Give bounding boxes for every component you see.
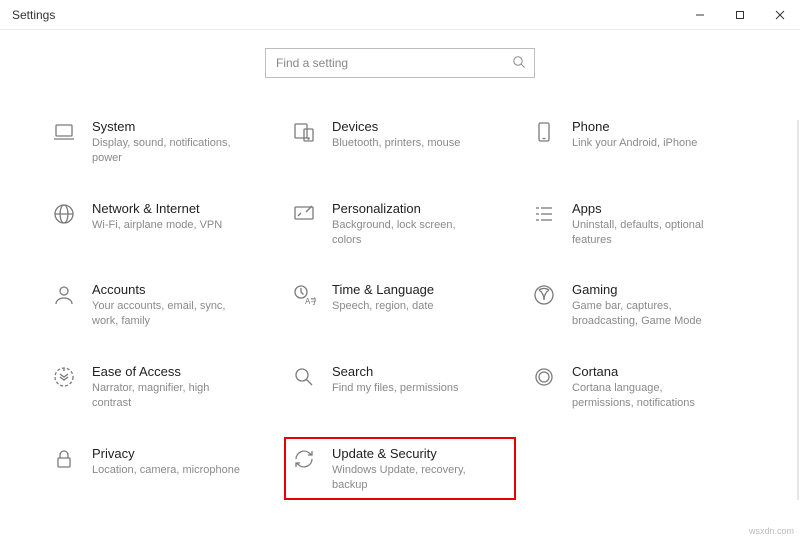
tile-desc: Wi-Fi, airplane mode, VPN xyxy=(92,218,247,233)
tile-personalization[interactable]: Personalization Background, lock screen,… xyxy=(290,200,510,248)
watermark: wsxdn.com xyxy=(749,526,794,536)
globe-icon xyxy=(50,200,78,228)
tile-search[interactable]: Search Find my files, permissions xyxy=(290,363,510,411)
scrollbar[interactable] xyxy=(797,120,799,500)
search-box[interactable] xyxy=(265,48,535,78)
search-input[interactable] xyxy=(276,56,512,70)
tile-title: Devices xyxy=(332,119,510,134)
tile-accounts[interactable]: Accounts Your accounts, email, sync, wor… xyxy=(50,281,270,329)
tile-desc: Your accounts, email, sync, work, family xyxy=(92,299,247,329)
tile-system[interactable]: System Display, sound, notifications, po… xyxy=(50,118,270,166)
phone-icon xyxy=(530,118,558,146)
person-icon xyxy=(50,281,78,309)
search-icon xyxy=(512,55,526,72)
tile-title: Cortana xyxy=(572,364,750,379)
devices-icon xyxy=(290,118,318,146)
svg-text:A字: A字 xyxy=(305,296,316,306)
paintbrush-icon xyxy=(290,200,318,228)
cortana-icon xyxy=(530,363,558,391)
tile-title: Search xyxy=(332,364,510,379)
tile-desc: Background, lock screen, colors xyxy=(332,218,487,248)
tile-desc: Narrator, magnifier, high contrast xyxy=(92,381,247,411)
content-area: System Display, sound, notifications, po… xyxy=(0,30,800,492)
maximize-button[interactable] xyxy=(720,0,760,30)
tile-update-security[interactable]: Update & Security Windows Update, recove… xyxy=(284,437,516,501)
tile-desc: Location, camera, microphone xyxy=(92,463,247,478)
magnifier-icon xyxy=(290,363,318,391)
tile-desc: Speech, region, date xyxy=(332,299,487,314)
tile-desc: Uninstall, defaults, optional features xyxy=(572,218,727,248)
tile-cortana[interactable]: Cortana Cortana language, permissions, n… xyxy=(530,363,750,411)
xbox-icon xyxy=(530,281,558,309)
tile-desc: Game bar, captures, broadcasting, Game M… xyxy=(572,299,727,329)
titlebar: Settings xyxy=(0,0,800,30)
time-language-icon: A字 xyxy=(290,281,318,309)
minimize-button[interactable] xyxy=(680,0,720,30)
tile-gaming[interactable]: Gaming Game bar, captures, broadcasting,… xyxy=(530,281,750,329)
tile-desc: Display, sound, notifications, power xyxy=(92,136,247,166)
tile-devices[interactable]: Devices Bluetooth, printers, mouse xyxy=(290,118,510,166)
tile-title: Accounts xyxy=(92,282,270,297)
laptop-icon xyxy=(50,118,78,146)
tile-ease-of-access[interactable]: Ease of Access Narrator, magnifier, high… xyxy=(50,363,270,411)
settings-grid: System Display, sound, notifications, po… xyxy=(40,118,760,492)
tile-desc: Find my files, permissions xyxy=(332,381,487,396)
tile-title: Personalization xyxy=(332,201,510,216)
tile-network[interactable]: Network & Internet Wi-Fi, airplane mode,… xyxy=(50,200,270,248)
tile-title: Privacy xyxy=(92,446,270,461)
ease-of-access-icon xyxy=(50,363,78,391)
tile-apps[interactable]: Apps Uninstall, defaults, optional featu… xyxy=(530,200,750,248)
tile-desc: Bluetooth, printers, mouse xyxy=(332,136,487,151)
tile-title: Network & Internet xyxy=(92,201,270,216)
tile-desc: Windows Update, recovery, backup xyxy=(332,463,487,493)
tile-phone[interactable]: Phone Link your Android, iPhone xyxy=(530,118,750,166)
tile-title: System xyxy=(92,119,270,134)
tile-title: Time & Language xyxy=(332,282,510,297)
tile-time-language[interactable]: A字 Time & Language Speech, region, date xyxy=(290,281,510,329)
tile-title: Apps xyxy=(572,201,750,216)
window-controls xyxy=(680,0,800,30)
apps-list-icon xyxy=(530,200,558,228)
tile-title: Phone xyxy=(572,119,750,134)
lock-icon xyxy=(50,445,78,473)
tile-title: Update & Security xyxy=(332,446,510,461)
tile-title: Ease of Access xyxy=(92,364,270,379)
close-button[interactable] xyxy=(760,0,800,30)
tile-desc: Cortana language, permissions, notificat… xyxy=(572,381,727,411)
update-icon xyxy=(290,445,318,473)
window-title: Settings xyxy=(12,8,55,22)
tile-desc: Link your Android, iPhone xyxy=(572,136,727,151)
tile-privacy[interactable]: Privacy Location, camera, microphone xyxy=(50,445,270,493)
tile-title: Gaming xyxy=(572,282,750,297)
